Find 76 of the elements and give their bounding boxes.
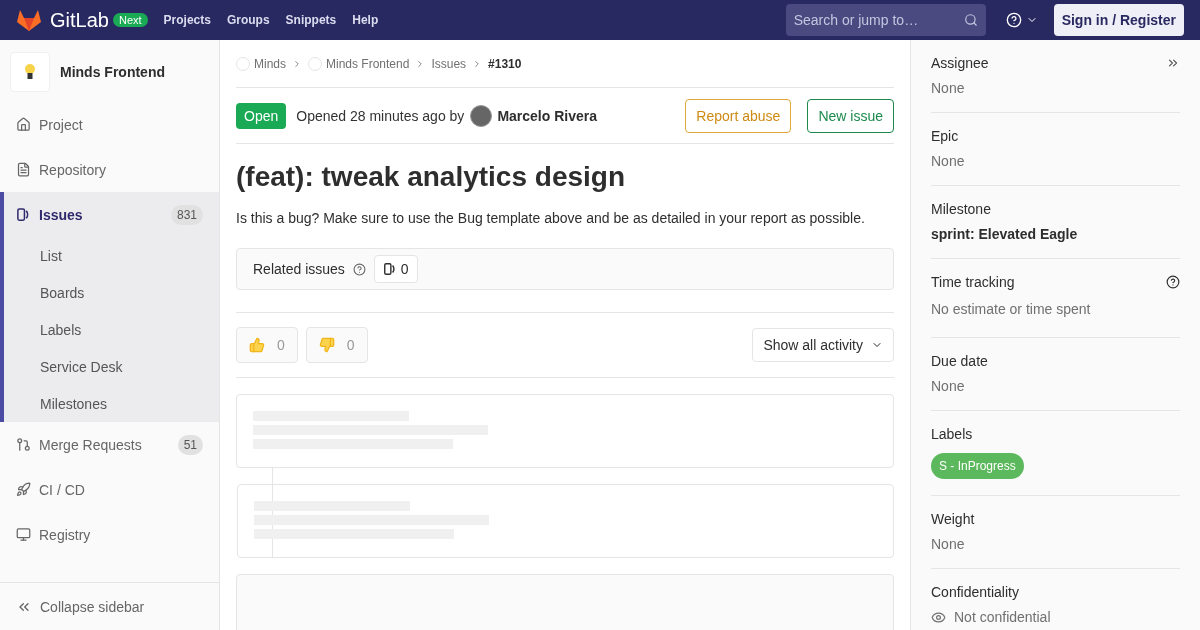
sidebar-subitem[interactable]: List	[4, 237, 219, 274]
sidebar-item[interactable]: CI / CD	[0, 467, 219, 512]
sign-in-button[interactable]: Sign in / Register	[1053, 4, 1184, 36]
nav-icon	[16, 527, 31, 542]
sidebar-label: Repository	[39, 160, 107, 180]
related-count: 0	[373, 255, 418, 283]
sidebar-subitem[interactable]: Service Desk	[4, 348, 219, 385]
new-issue-button[interactable]: New issue	[807, 98, 894, 133]
sidebar-heading: Time tracking	[931, 273, 1015, 292]
chevron-icon	[292, 58, 302, 69]
next-badge: Next	[112, 13, 148, 27]
nav-icon	[16, 117, 31, 132]
nav-link[interactable]: Snippets	[285, 12, 337, 28]
sidebar-heading: Confidentiality	[931, 583, 1019, 602]
breadcrumb-link[interactable]: Issues	[431, 55, 467, 72]
bulb-icon	[24, 63, 36, 81]
sidebar-value: None	[931, 536, 965, 552]
project-name[interactable]: Minds Frontend	[60, 62, 165, 82]
nav-link[interactable]: Projects	[163, 12, 211, 28]
sidebar-subitem[interactable]: Boards	[4, 274, 219, 311]
sidebar-item[interactable]: Merge Requests 51	[0, 422, 219, 467]
nav-icon	[16, 437, 31, 452]
nav-link[interactable]: Help	[352, 12, 379, 28]
sidebar-value: None	[931, 378, 965, 394]
sidebar-item[interactable]: Repository	[0, 147, 219, 192]
milestone-link[interactable]: sprint: Elevated Eagle	[931, 226, 1078, 242]
author-link[interactable]: Marcelo Rivera	[497, 105, 597, 126]
sidebar-item[interactable]: Issues 831	[4, 192, 219, 237]
group-avatar	[308, 56, 322, 71]
sidebar-heading: Labels	[931, 425, 973, 444]
search-field[interactable]: Search or jump to…	[785, 4, 986, 36]
activity-filter-dropdown[interactable]: Show all activity	[752, 328, 894, 362]
sidebar-heading: Milestone	[931, 200, 991, 219]
brand-name[interactable]: GitLab	[50, 6, 109, 34]
thumbs-up-icon	[249, 337, 265, 353]
issues-icon	[16, 207, 31, 222]
sidebar-heading: Epic	[931, 127, 959, 146]
group-avatar	[236, 56, 250, 71]
fox-logo	[16, 8, 42, 32]
sidebar-label: Merge Requests	[39, 435, 143, 455]
nav-icon	[16, 162, 31, 177]
breadcrumb-link[interactable]: #1310	[488, 55, 522, 72]
related-issues-label: Related issues	[253, 260, 345, 279]
sidebar-item[interactable]: Project	[0, 102, 219, 147]
status-badge: Open	[236, 102, 287, 129]
help-icon[interactable]	[1166, 275, 1180, 289]
collapse-icon[interactable]	[1166, 56, 1180, 70]
sidebar-value: None	[931, 80, 965, 96]
breadcrumb-link[interactable]: Minds	[254, 55, 286, 72]
eye-icon	[931, 609, 946, 625]
sidebar-value: None	[931, 153, 965, 169]
sidebar-label: Project	[39, 115, 84, 135]
count-pill: 51	[177, 434, 203, 455]
issue-description: Is this a bug? Make sure to use the Bug template above and be as detailed in your report as possible.	[236, 209, 866, 228]
author-avatar	[470, 104, 493, 127]
sidebar-heading: Assignee	[931, 54, 989, 73]
count-pill: 831	[170, 204, 203, 225]
collapse-sidebar-button[interactable]: Collapse sidebar	[0, 582, 219, 630]
issues-icon	[382, 262, 397, 276]
sidebar-heading: Due date	[931, 352, 988, 371]
sidebar-heading: Weight	[931, 510, 975, 529]
sidebar-value: Not confidential	[954, 608, 1051, 627]
search-icon	[963, 13, 978, 27]
sidebar-value: No estimate or time spent	[931, 301, 1091, 317]
opened-text: Opened 28 minutes ago by	[296, 106, 465, 126]
breadcrumb-link[interactable]: Minds Frontend	[326, 55, 410, 72]
sidebar-label: CI / CD	[39, 480, 86, 500]
sidebar-item[interactable]: Registry	[0, 512, 219, 557]
nav-icon	[16, 482, 31, 497]
issue-title: (feat): tweak analytics design	[236, 160, 626, 194]
thumbs-down-icon	[318, 337, 335, 353]
sidebar-subitem[interactable]: Milestones	[4, 385, 219, 422]
sidebar-subitem[interactable]: Labels	[4, 311, 219, 348]
sidebar-label: Issues	[39, 205, 84, 225]
sidebar-label: Registry	[39, 525, 92, 545]
nav-link[interactable]: Groups	[226, 12, 270, 28]
